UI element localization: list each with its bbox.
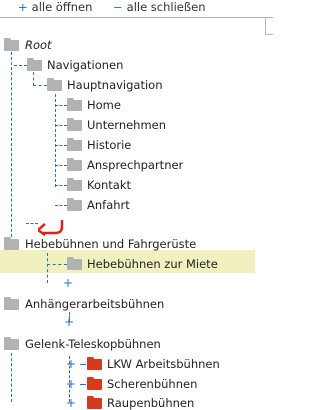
tree-line [33, 72, 34, 86]
tree-item-raupen[interactable]: Raupenbühnen [107, 396, 194, 410]
folder-red-icon [87, 377, 102, 390]
tree-line [11, 52, 12, 242]
toolbar-divider [0, 17, 273, 18]
folder-icon [67, 98, 82, 111]
tree-line [47, 253, 48, 283]
tree-line [55, 105, 67, 106]
scroll-frame [265, 17, 266, 34]
folder-icon [47, 78, 62, 91]
tree-line [55, 205, 67, 206]
tree-item-hebebuehnen-miete[interactable]: Hebebühnen zur Miete [87, 257, 218, 271]
folder-icon [67, 198, 82, 211]
tree-item-kontakt[interactable]: Kontakt [87, 178, 131, 192]
folder-icon [4, 237, 19, 250]
tree-line [47, 264, 67, 265]
close-all-link[interactable]: − alle schließen [113, 0, 205, 14]
folder-red-icon [87, 357, 102, 370]
tree-item-historie[interactable]: Historie [87, 138, 131, 152]
tree-line [11, 353, 12, 402]
folder-icon [4, 38, 19, 51]
tree-line [80, 384, 86, 385]
minus-icon: − [113, 0, 123, 14]
tree-item-scheren[interactable]: Scherenbühnen [107, 377, 197, 391]
tree-item-hauptnavigation[interactable]: Hauptnavigation [67, 78, 163, 92]
close-all-label: alle schließen [126, 0, 206, 14]
tree-line [14, 65, 27, 66]
add-child-button[interactable]: + [66, 378, 76, 390]
tree-item-anfahrt[interactable]: Anfahrt [87, 198, 130, 212]
folder-icon [67, 158, 82, 171]
folder-icon [4, 337, 19, 350]
add-child-button[interactable]: + [64, 316, 74, 328]
folder-icon [67, 138, 82, 151]
tree-line [33, 85, 47, 86]
tree-item-hebebuehnen[interactable]: Hebebühnen und Fahrgerüste [25, 237, 196, 251]
tree-item-root[interactable]: Root [25, 38, 52, 52]
add-child-button[interactable]: + [66, 358, 76, 370]
tree-line [80, 364, 86, 365]
folder-icon [4, 297, 19, 310]
tree-line [55, 94, 56, 187]
folder-red-icon [87, 396, 102, 409]
open-all-link[interactable]: + alle öffnen [18, 0, 92, 14]
folder-icon [67, 178, 82, 191]
tree-item-unternehmen[interactable]: Unternehmen [87, 118, 166, 132]
add-child-button[interactable]: + [66, 397, 76, 409]
folder-icon [67, 257, 82, 270]
scroll-frame-bottom [265, 34, 273, 35]
tree-item-home[interactable]: Home [87, 98, 121, 112]
tree-line [55, 145, 67, 146]
tree-line [26, 223, 38, 224]
folder-icon [27, 58, 42, 71]
open-all-label: alle öffnen [31, 0, 93, 14]
plus-icon: + [18, 0, 28, 14]
tree-item-gelenk[interactable]: Gelenk-Teleskopbühnen [25, 337, 161, 351]
tree-line [55, 165, 67, 166]
tree-item-ansprechpartner[interactable]: Ansprechpartner [87, 158, 183, 172]
tree-line [55, 125, 67, 126]
folder-icon [67, 118, 82, 131]
tree-line [55, 185, 67, 186]
add-child-button[interactable]: + [63, 277, 73, 289]
tree-item-navigationen[interactable]: Navigationen [47, 58, 123, 72]
tree-item-lkw[interactable]: LKW Arbeitsbühnen [107, 357, 220, 371]
tree-item-anhaenger[interactable]: Anhängerarbeitsbühnen [25, 297, 164, 311]
return-arrow-icon [38, 220, 64, 236]
